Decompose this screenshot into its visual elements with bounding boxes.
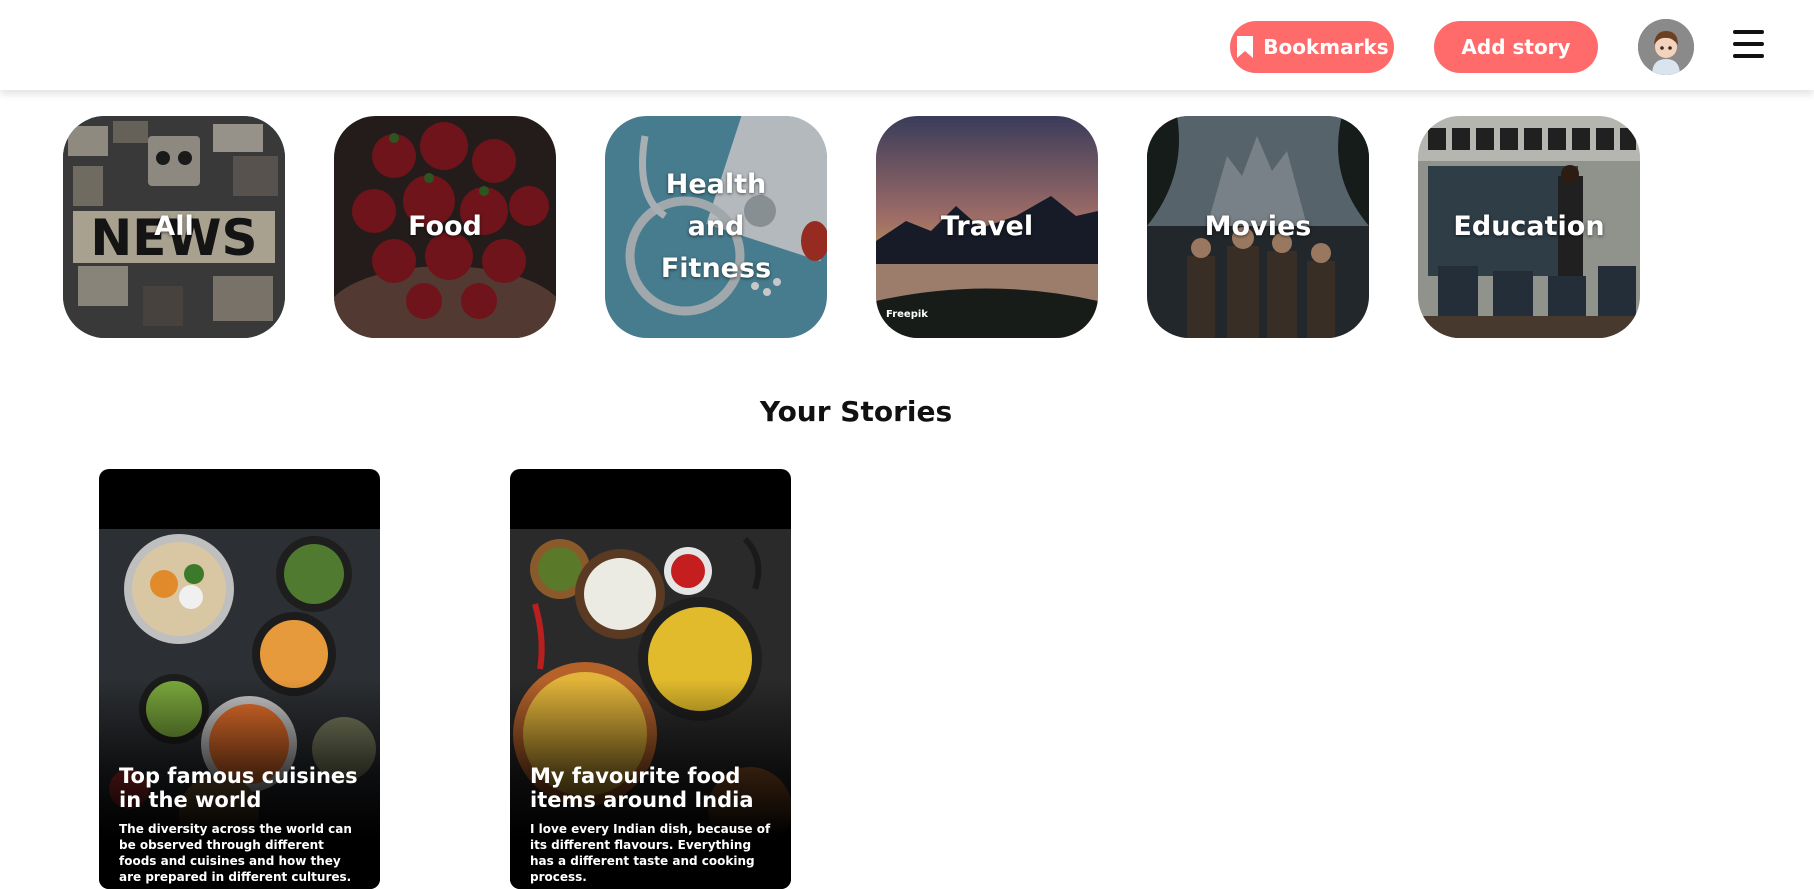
bookmark-icon bbox=[1235, 35, 1255, 59]
category-travel[interactable]: Travel Freepik bbox=[876, 116, 1098, 338]
section-title: Your Stories bbox=[759, 395, 953, 428]
category-movies[interactable]: Movies bbox=[1147, 116, 1369, 338]
avatar[interactable] bbox=[1638, 19, 1694, 75]
category-label: Education bbox=[1453, 211, 1605, 242]
story-card[interactable]: Top famous cuisines in the world The div… bbox=[99, 469, 380, 889]
category-food[interactable]: Food bbox=[334, 116, 556, 338]
image-watermark: Freepik bbox=[886, 309, 928, 320]
story-card[interactable]: My favourite food items around India I l… bbox=[510, 469, 791, 889]
add-story-label: Add story bbox=[1461, 35, 1571, 59]
menu-bar bbox=[1733, 42, 1764, 46]
story-description: The diversity across the world can be ob… bbox=[119, 822, 352, 884]
menu-bar bbox=[1733, 30, 1764, 34]
category-all[interactable]: NEWS All bbox=[63, 116, 285, 338]
category-label: Food bbox=[408, 211, 482, 242]
category-label: Health and Fitness bbox=[660, 169, 772, 284]
category-label: Travel bbox=[940, 211, 1034, 242]
bookmarks-label: Bookmarks bbox=[1263, 35, 1389, 59]
story-title: Top famous cuisines in the world bbox=[119, 764, 358, 812]
menu-bar bbox=[1733, 54, 1764, 58]
story-description: I love every Indian dish, because of its… bbox=[530, 822, 771, 884]
category-label: All bbox=[154, 211, 194, 242]
category-education[interactable]: Education bbox=[1418, 116, 1640, 338]
top-navbar: Bookmarks Add story bbox=[0, 0, 1814, 90]
add-story-button[interactable]: Add story bbox=[1434, 21, 1598, 73]
story-title: My favourite food items around India bbox=[530, 764, 754, 812]
hamburger-menu-icon[interactable] bbox=[1733, 30, 1764, 58]
category-label: Movies bbox=[1204, 211, 1312, 242]
bookmarks-button[interactable]: Bookmarks bbox=[1230, 21, 1394, 73]
category-health-and-fitness[interactable]: Health and Fitness bbox=[605, 116, 827, 338]
